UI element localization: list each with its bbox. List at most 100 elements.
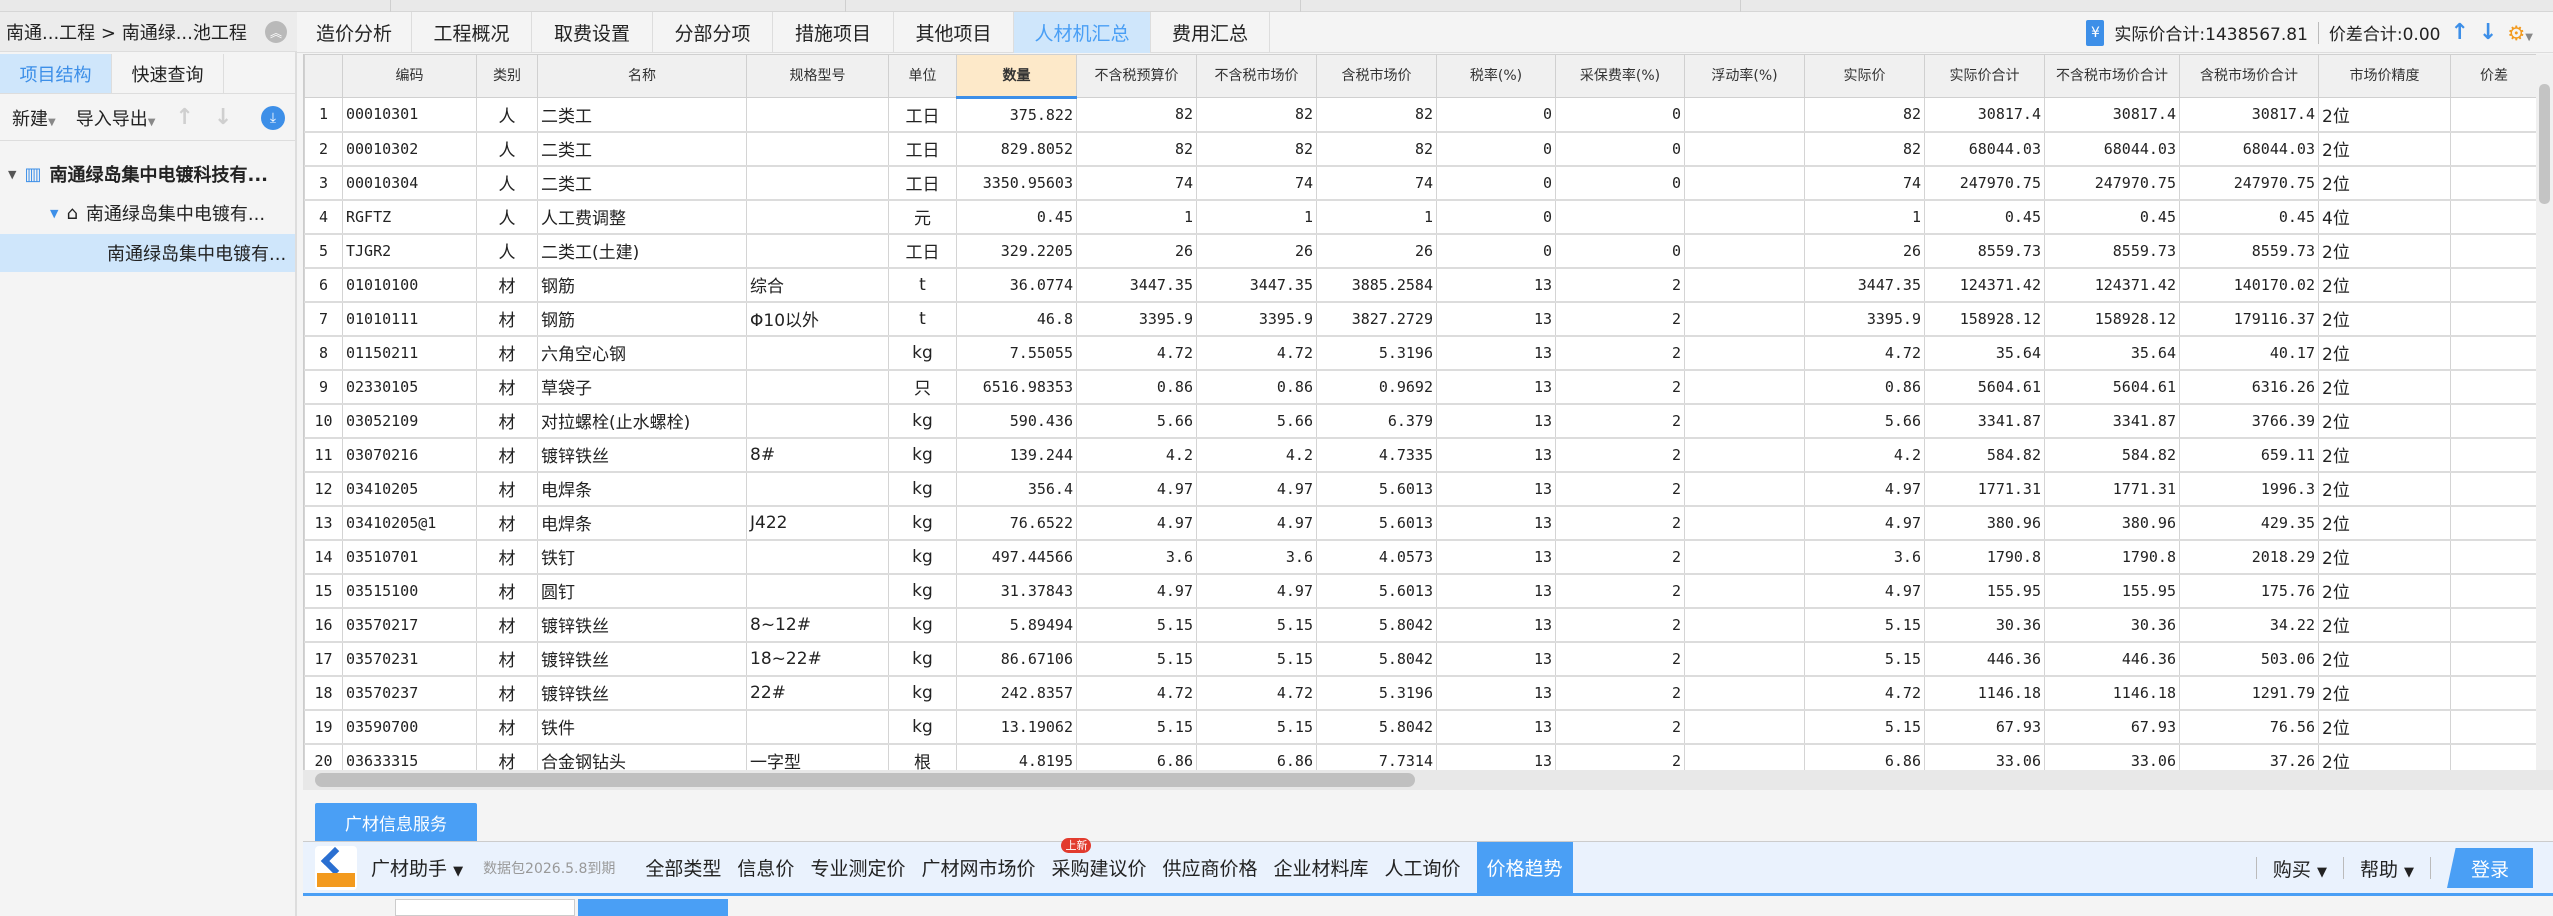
cell[interactable]: 00010302: [342, 131, 477, 167]
import-export-button[interactable]: 导入导出▼: [76, 105, 156, 131]
help-menu[interactable]: 帮助 ▼: [2360, 855, 2414, 882]
cell[interactable]: 3: [304, 165, 343, 201]
table-row[interactable]: 8 01150211 材六角空心钢 kg 7.55055 4.72 4.72 5.3196 13…: [304, 335, 2536, 371]
cell[interactable]: 179116.37: [2179, 301, 2319, 337]
cell[interactable]: 2位: [2318, 437, 2451, 473]
column-header[interactable]: 实际价: [1804, 54, 1925, 98]
cell[interactable]: 01010111: [342, 301, 477, 337]
cell[interactable]: 电焊条: [537, 505, 747, 541]
cell[interactable]: 0.45: [956, 199, 1077, 235]
table-row[interactable]: 17 03570231 材镀锌铁丝 18~22# kg 86.67106 5.15 5.15 5…: [304, 641, 2536, 677]
cell[interactable]: 329.2205: [956, 233, 1077, 269]
service-menu-item[interactable]: 专业测定价: [810, 842, 905, 894]
cell[interactable]: 材: [476, 437, 538, 473]
table-row[interactable]: 14 03510701 材铁钉 kg 497.44566 3.6 3.6 4.0573 13 2 3…: [304, 539, 2536, 575]
cell[interactable]: 5.3196: [1316, 335, 1437, 371]
cell[interactable]: 5.66: [1196, 403, 1317, 439]
cell[interactable]: 3.6: [1196, 539, 1317, 575]
cell[interactable]: 2位: [2318, 165, 2451, 201]
cell[interactable]: 7: [304, 301, 343, 337]
cell[interactable]: 5.8042: [1316, 607, 1437, 643]
cell[interactable]: 30.36: [1924, 607, 2045, 643]
cell[interactable]: 3395.9: [1076, 301, 1197, 337]
cell[interactable]: 26: [1804, 233, 1925, 269]
cell[interactable]: 4: [304, 199, 343, 235]
cell[interactable]: kg: [888, 709, 957, 745]
cell[interactable]: kg: [888, 335, 957, 371]
cell[interactable]: 1: [1316, 199, 1437, 235]
service-menu-item[interactable]: 企业材料库: [1274, 842, 1369, 894]
cell[interactable]: 3341.87: [2044, 403, 2180, 439]
cell[interactable]: 0.86: [1076, 369, 1197, 405]
cell[interactable]: 26: [1076, 233, 1197, 269]
cell[interactable]: 材: [476, 743, 538, 770]
cell[interactable]: 13.19062: [956, 709, 1077, 745]
cell[interactable]: 1: [1804, 199, 1925, 235]
cell[interactable]: 31.37843: [956, 573, 1077, 609]
cell[interactable]: [1684, 641, 1805, 677]
cell[interactable]: 4.72: [1196, 335, 1317, 371]
column-header[interactable]: 实际价合计: [1924, 54, 2045, 98]
tree-item-project[interactable]: ▼ ⌂ 南通绿岛集中电镀有...: [0, 194, 295, 232]
cell[interactable]: 5.8042: [1316, 709, 1437, 745]
cell[interactable]: [2450, 369, 2536, 405]
cell[interactable]: 5.6013: [1316, 573, 1437, 609]
cell[interactable]: 4.97: [1076, 505, 1197, 541]
cell[interactable]: 13: [1436, 675, 1556, 711]
collapse-icon[interactable]: ︽: [265, 21, 287, 43]
cell[interactable]: 13: [1436, 403, 1556, 439]
tree-item-company[interactable]: ▼ ▥ 南通绿岛集中电镀科技有...: [0, 155, 295, 193]
table-row[interactable]: 19 03590700 材铁件 kg 13.19062 5.15 5.15 5.8042 13 2…: [304, 709, 2536, 745]
move-up-icon[interactable]: ↑: [175, 105, 193, 130]
cell[interactable]: 380.96: [1924, 505, 2045, 541]
cell[interactable]: 2: [1555, 369, 1685, 405]
cell[interactable]: 材: [476, 641, 538, 677]
cell[interactable]: 1: [304, 97, 343, 133]
cell[interactable]: J422: [746, 505, 889, 541]
cell[interactable]: 429.35: [2179, 505, 2319, 541]
cell[interactable]: 5.66: [1076, 403, 1197, 439]
cell[interactable]: 2位: [2318, 505, 2451, 541]
service-menu-item[interactable]: 供应商价格: [1162, 842, 1257, 894]
cell[interactable]: 2位: [2318, 607, 2451, 643]
cell[interactable]: 13: [1436, 471, 1556, 507]
cell[interactable]: 2: [1555, 743, 1685, 770]
cell[interactable]: 26: [1316, 233, 1437, 269]
cell[interactable]: 8: [304, 335, 343, 371]
cell[interactable]: 40.17: [2179, 335, 2319, 371]
cell[interactable]: [2450, 199, 2536, 235]
cell[interactable]: 155.95: [2044, 573, 2180, 609]
cell[interactable]: 86.67106: [956, 641, 1077, 677]
cell[interactable]: [746, 403, 889, 439]
cell[interactable]: 82: [1316, 131, 1437, 167]
cell[interactable]: 人: [476, 97, 538, 133]
cell[interactable]: 4.72: [1076, 335, 1197, 371]
cell[interactable]: 2: [1555, 573, 1685, 609]
cell[interactable]: 36.0774: [956, 267, 1077, 303]
vertical-scrollbar[interactable]: [2536, 54, 2553, 770]
cell[interactable]: 4.2: [1076, 437, 1197, 473]
cell[interactable]: 8559.73: [1924, 233, 2045, 269]
cell[interactable]: 0: [1555, 233, 1685, 269]
cell[interactable]: [2450, 471, 2536, 507]
cell[interactable]: [1684, 165, 1805, 201]
cell[interactable]: [1684, 709, 1805, 745]
table-row[interactable]: 20 03633315 材合金钢钻头 一字型根 4.8195 6.86 6.86 7.7314…: [304, 743, 2536, 770]
cell[interactable]: 只: [888, 369, 957, 405]
cell[interactable]: 4.97: [1076, 573, 1197, 609]
scroll-thumb[interactable]: [2539, 84, 2550, 204]
cell[interactable]: 二类工: [537, 97, 747, 133]
cell[interactable]: 根: [888, 743, 957, 770]
cell[interactable]: [2450, 573, 2536, 609]
cell[interactable]: [1684, 233, 1805, 269]
cell[interactable]: 2位: [2318, 675, 2451, 711]
cell[interactable]: 5.15: [1804, 709, 1925, 745]
cell[interactable]: 03510701: [342, 539, 477, 575]
cell[interactable]: 5.15: [1196, 607, 1317, 643]
cell[interactable]: [746, 709, 889, 745]
cell[interactable]: 74: [1196, 165, 1317, 201]
cell[interactable]: 一字型: [746, 743, 889, 770]
cell[interactable]: 5.15: [1076, 709, 1197, 745]
column-header[interactable]: 不含税预算价: [1076, 54, 1197, 98]
service-menu-item[interactable]: 采购建议价 上新: [1051, 837, 1146, 894]
